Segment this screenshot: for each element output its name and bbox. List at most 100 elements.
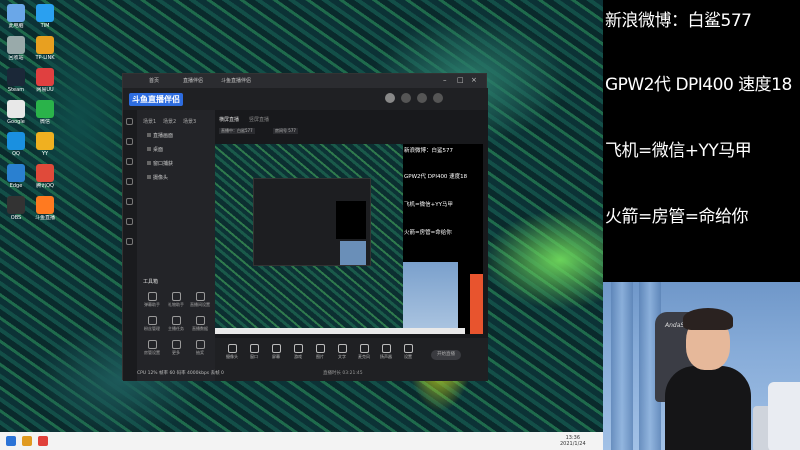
- desktop-icon[interactable]: Steam: [2, 68, 30, 93]
- control-icon: [337, 344, 347, 353]
- app-tab-bar: 首页 直播伴侣 斗鱼直播伴侣 – □ ×: [123, 74, 486, 88]
- desktop-icon-label: 斗鱼直播: [34, 215, 55, 221]
- user-avatar[interactable]: [385, 93, 395, 103]
- desktop-icon-label: OBS: [10, 215, 22, 221]
- scene-item[interactable]: 桌面: [147, 146, 163, 153]
- desktop-icon-label: Edge: [9, 183, 23, 189]
- app-icon: [36, 100, 54, 118]
- toolbox-item[interactable]: 粉丝管理: [141, 316, 163, 332]
- data-icon[interactable]: [126, 198, 133, 205]
- control-button[interactable]: 游戏: [287, 344, 309, 360]
- control-icon: [315, 344, 325, 353]
- control-label: 窗口: [250, 354, 258, 359]
- app-tab-2[interactable]: 斗鱼直播伴侣: [221, 77, 251, 84]
- clock[interactable]: 13:36 2021/1/24: [560, 435, 586, 447]
- gear-icon[interactable]: [433, 93, 443, 103]
- desktop-icon[interactable]: TIM: [31, 4, 59, 29]
- app-taskbar-icon[interactable]: [38, 436, 48, 446]
- preview-taskbar: [215, 328, 465, 334]
- home-icon[interactable]: [126, 118, 133, 125]
- webcam-feed: AndaSeat: [603, 282, 800, 450]
- scene-tab-2[interactable]: 场景3: [183, 118, 196, 125]
- toolbox-item[interactable]: 主播任务: [165, 316, 187, 332]
- control-button[interactable]: 屏幕: [265, 344, 287, 360]
- desktop-icon[interactable]: YY: [31, 132, 59, 157]
- app-icon: [36, 164, 54, 182]
- toolbox-item[interactable]: 弹幕助手: [141, 292, 163, 308]
- control-button[interactable]: 窗口: [243, 344, 265, 360]
- app-icon: [7, 132, 25, 150]
- control-label: 图片: [316, 354, 324, 359]
- scene-tab-1[interactable]: 场景2: [163, 118, 176, 125]
- control-label: 扬声器: [380, 354, 392, 359]
- desktop-icon[interactable]: 斗鱼直播: [31, 196, 59, 221]
- toolbox-item[interactable]: 抽奖: [189, 340, 211, 356]
- more-icon[interactable]: [126, 238, 133, 245]
- desktop-icon[interactable]: Edge: [2, 164, 30, 189]
- stream-duration: 直播时长 03:21:45: [323, 371, 363, 376]
- toolbox-item[interactable]: 房管设置: [141, 340, 163, 356]
- toolbox-item[interactable]: 直播间设置: [189, 292, 211, 308]
- tool-label: 房管设置: [144, 350, 160, 355]
- desktop-icon[interactable]: 此电脑: [2, 4, 30, 29]
- scene-tab-0[interactable]: 场景1: [143, 118, 156, 125]
- preview-tab-0[interactable]: 横屏直播: [219, 116, 239, 123]
- preview-area: 横屏直播 竖屏直播 直播中：白鲨577 房间号 577 新浪微博：白鲨577 G…: [215, 110, 488, 381]
- control-icon: [359, 344, 369, 353]
- desktop-icon[interactable]: 回收站: [2, 36, 30, 61]
- app-icon: [7, 100, 25, 118]
- overlay-mouse-spec: GPW2代 DPI400 速度18: [605, 75, 792, 95]
- go-live-button[interactable]: 开始直播: [431, 350, 461, 360]
- close-icon[interactable]: ×: [471, 76, 477, 84]
- desktop-icon[interactable]: 微信: [31, 100, 59, 125]
- desktop-icon[interactable]: 网易UU: [31, 68, 59, 93]
- live-icon[interactable]: [126, 138, 133, 145]
- scene-icon: [147, 161, 151, 165]
- desktop-icon[interactable]: Google: [2, 100, 30, 125]
- control-icon: [271, 344, 281, 353]
- app-tab-0[interactable]: 首页: [149, 77, 159, 84]
- control-button[interactable]: 扬声器: [375, 344, 397, 360]
- control-icon: [227, 344, 237, 353]
- app-tab-1[interactable]: 直播伴侣: [183, 77, 203, 84]
- desktop-icon[interactable]: OBS: [2, 196, 30, 221]
- app-icon: [36, 4, 54, 22]
- control-button[interactable]: 文字: [331, 344, 353, 360]
- scene-item[interactable]: 直播画面: [147, 132, 173, 139]
- control-button[interactable]: 摄像头: [221, 344, 243, 360]
- chat-icon[interactable]: [126, 158, 133, 165]
- scene-item[interactable]: 摄像头: [147, 174, 168, 181]
- streaming-app-window[interactable]: 首页 直播伴侣 斗鱼直播伴侣 – □ × 斗鱼直播伴侣 场景1 场景2 场景3 …: [122, 73, 488, 381]
- live-preview[interactable]: 新浪微博：白鲨577 GPW2代 DPI400 速度18 飞机=微信+YY马甲 …: [215, 144, 483, 334]
- tool-label: 弹幕助手: [144, 302, 160, 307]
- toolbox-title: 工具箱: [143, 279, 159, 285]
- toolbox-item[interactable]: 礼物助手: [165, 292, 187, 308]
- control-button[interactable]: 图片: [309, 344, 331, 360]
- app-icon: [7, 164, 25, 182]
- preview-nested-webcam: [340, 241, 366, 265]
- toolbox-item[interactable]: 更多: [165, 340, 187, 356]
- preview-webcam: [403, 262, 458, 328]
- mail-icon[interactable]: [417, 93, 427, 103]
- tool-icon: [147, 316, 157, 325]
- start-icon[interactable]: [6, 436, 16, 446]
- tool-icon[interactable]: [126, 218, 133, 225]
- control-button[interactable]: 设置: [397, 344, 419, 360]
- status-line: CPU 12% 帧率 60 码率 4000kbps 丢帧 0: [137, 371, 224, 376]
- toolbox-item[interactable]: 直播数据: [189, 316, 211, 332]
- scene-label: 桌面: [153, 147, 164, 153]
- explorer-icon[interactable]: [22, 436, 32, 446]
- taskbar: 13:36 2021/1/24: [0, 432, 603, 450]
- scene-item[interactable]: 窗口捕获: [147, 160, 173, 167]
- control-button[interactable]: 麦克风: [353, 344, 375, 360]
- desktop-icon[interactable]: TP-LINK: [31, 36, 59, 61]
- desktop-icon[interactable]: 腾讯QQ: [31, 164, 59, 189]
- gift-icon[interactable]: [126, 178, 133, 185]
- control-label: 游戏: [294, 354, 302, 359]
- minimize-icon[interactable]: –: [443, 76, 447, 84]
- bell-icon[interactable]: [401, 93, 411, 103]
- overlay-plane-gift: 飞机=微信+YY马甲: [605, 141, 752, 161]
- preview-tab-1[interactable]: 竖屏直播: [249, 116, 269, 123]
- maximize-icon[interactable]: □: [457, 76, 464, 84]
- desktop-icon[interactable]: QQ: [2, 132, 30, 157]
